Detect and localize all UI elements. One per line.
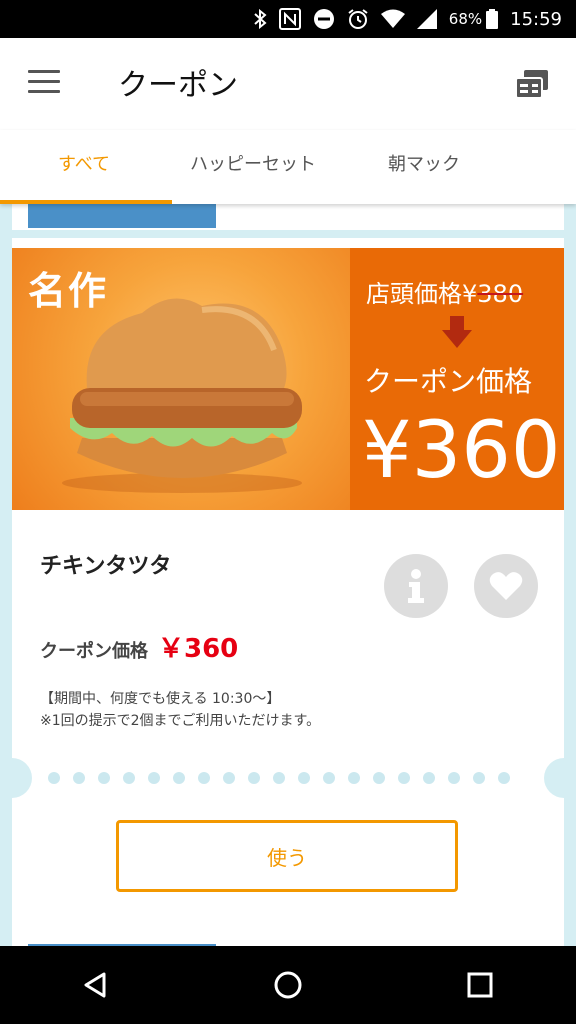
banner-coupon-price-label: クーポン価格 — [364, 365, 533, 398]
signal-icon — [416, 9, 437, 29]
ticket-icon[interactable] — [514, 68, 550, 100]
tab-morning-mac[interactable]: 朝マック — [388, 150, 460, 176]
coupon-price-label: クーポン価格 — [40, 641, 148, 662]
banner-price-area: 店頭価格¥380 クーポン価格 ¥360 — [350, 248, 564, 510]
heart-icon — [489, 572, 523, 600]
coupon-notes: 【期間中、何度でも使える 10:30〜】 ※1回の提示で2個までご利用いただけま… — [40, 688, 320, 732]
coupon-list[interactable]: 期限 名作 — [0, 204, 576, 946]
store-price-label: 店頭価格¥ — [366, 280, 478, 308]
previous-coupon-image — [28, 204, 216, 228]
do-not-disturb-icon — [313, 8, 335, 30]
hamburger-menu-icon[interactable] — [28, 70, 60, 94]
store-price-value: 380 — [477, 280, 524, 308]
coupon-note: 【期間中、何度でも使える 10:30〜】 — [40, 691, 281, 707]
banner-big-price: ¥360 — [362, 406, 561, 496]
tab-bar: すべて ハッピーセット 朝マック — [0, 130, 576, 204]
battery-indicator: 68% — [448, 9, 499, 29]
tab-happy-set[interactable]: ハッピーセット — [190, 150, 316, 176]
wifi-icon — [380, 9, 405, 29]
ticket-notch-right — [544, 758, 576, 798]
clock: 15:59 — [510, 8, 562, 30]
info-button[interactable] — [384, 554, 448, 618]
bluetooth-icon — [253, 9, 267, 29]
burger-image — [62, 298, 302, 493]
favorite-button[interactable] — [474, 554, 538, 618]
status-bar: 68% 15:59 — [0, 0, 576, 38]
store-price: 店頭価格¥380 — [366, 274, 523, 309]
nfc-icon — [278, 8, 301, 30]
arrow-down-icon — [442, 316, 472, 348]
product-name: チキンタツタ — [40, 554, 172, 579]
system-nav-bar — [0, 946, 576, 1024]
perforation-divider — [0, 758, 576, 798]
tab-all[interactable]: すべて — [58, 150, 110, 176]
coupon-banner[interactable]: 名作 店頭価格¥380 クーポン価格 ¥360 — [12, 248, 564, 510]
coupon-price: クーポン価格 ￥360 — [40, 628, 238, 665]
recents-icon[interactable] — [450, 955, 510, 1015]
home-icon[interactable] — [258, 955, 318, 1015]
perforation-dots — [48, 772, 510, 784]
back-icon[interactable] — [66, 955, 126, 1015]
ticket-notch-left — [0, 758, 32, 798]
coupon-card: 名作 店頭価格¥380 クーポン価格 ¥360 チキンタツタ クーポン価格 ￥3… — [0, 238, 576, 946]
page-title: クーポン — [118, 68, 238, 103]
coupon-price-value: ￥360 — [158, 634, 239, 664]
coupon-note: ※1回の提示で2個までご利用いただけます。 — [40, 713, 321, 729]
battery-icon — [486, 9, 499, 29]
alarm-icon — [347, 8, 369, 30]
battery-percent: 68% — [448, 10, 483, 28]
info-icon — [408, 569, 424, 603]
previous-coupon-expiry-label: 期限 — [232, 204, 268, 206]
previous-coupon-card[interactable]: 期限 — [12, 204, 564, 230]
use-coupon-button[interactable]: 使う — [116, 820, 458, 892]
app-bar: クーポン — [0, 38, 576, 130]
banner-image-area: 名作 — [12, 248, 350, 510]
tab-indicator — [0, 200, 172, 204]
